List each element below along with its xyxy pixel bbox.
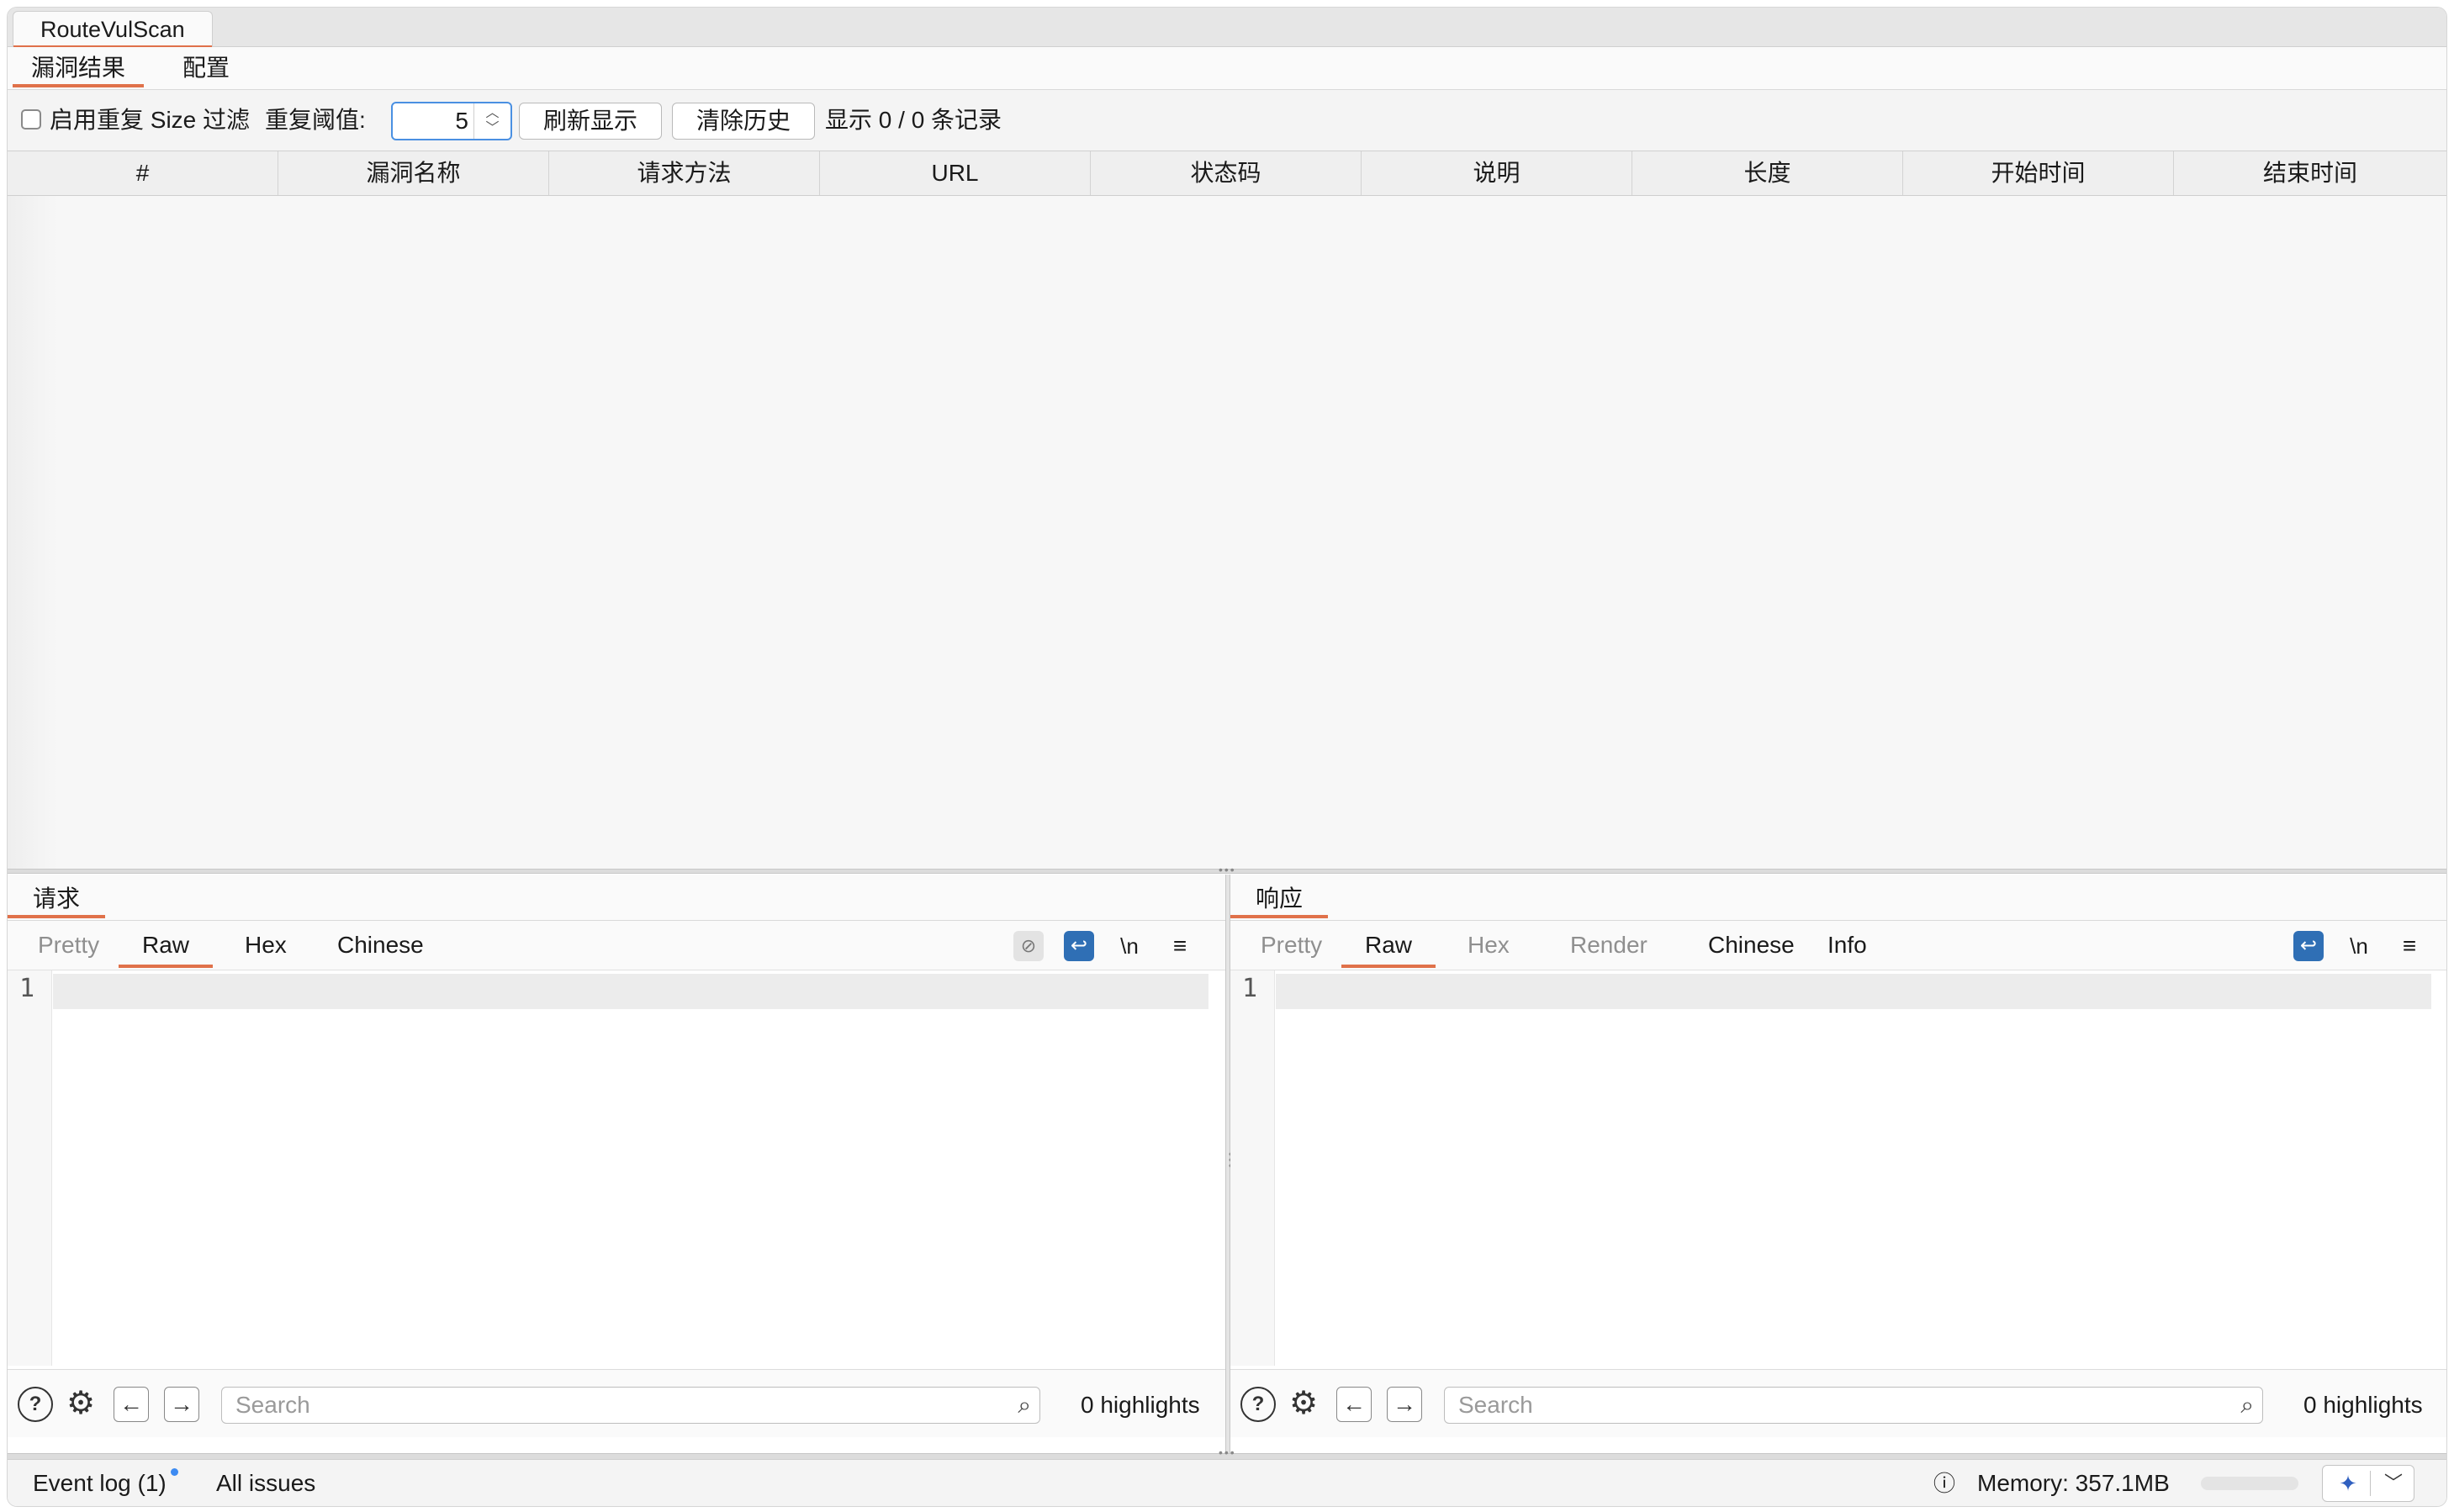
response-gutter: 1 (1230, 970, 1275, 1366)
column-header-method[interactable]: 请求方法 (549, 151, 820, 195)
search-placeholder: Search (1458, 1392, 1533, 1418)
results-table-body[interactable] (8, 196, 2446, 869)
help-icon[interactable]: ? (1240, 1387, 1276, 1422)
search-icon[interactable]: ⌕ (2240, 1388, 2254, 1423)
notification-dot (171, 1468, 178, 1476)
forward-arrow-icon[interactable]: → (1387, 1387, 1422, 1422)
status-divider[interactable]: ••• (8, 1446, 2446, 1459)
line-number: 1 (19, 974, 35, 1003)
request-tab-raw[interactable]: Raw (119, 921, 214, 970)
filter-toolbar: 启用重复 Size 过滤 重复阈值: 5 ︿ ﹀ 刷新显示 清除历史 显示 0 /… (8, 90, 2446, 151)
request-search-input[interactable]: Search ⌕ (221, 1387, 1040, 1424)
request-footer: ? ⚙ ← → Search ⌕ 0 highlights (8, 1369, 1225, 1437)
newline-toggle-icon[interactable]: \n (1114, 931, 1145, 961)
memory-usage: Memory: 357.1MB (1977, 1470, 2170, 1496)
plugin-tab-routevulscan[interactable]: RouteVulScan (13, 11, 213, 48)
response-tab-hex[interactable]: Hex (1444, 921, 1533, 970)
response-view-tabs: Pretty Raw Hex Render Chinese Info ↩ \n … (1230, 921, 2446, 970)
response-title-tab[interactable]: 响应 (1230, 880, 1329, 918)
column-header-start-time[interactable]: 开始时间 (1903, 151, 2174, 195)
column-header-status[interactable]: 状态码 (1091, 151, 1362, 195)
sparkle-icon[interactable]: ✦ (2330, 1466, 2367, 1501)
threshold-spinner[interactable]: 5 ︿ ﹀ (391, 102, 512, 140)
help-icon[interactable]: ? (18, 1387, 53, 1422)
response-search-input[interactable]: Search ⌕ (1444, 1387, 2263, 1424)
threshold-label: 重复阈值: (265, 107, 366, 133)
column-header-description[interactable]: 说明 (1362, 151, 1632, 195)
threshold-value[interactable]: 5 (455, 103, 468, 139)
all-issues-link[interactable]: All issues (216, 1460, 315, 1506)
tab-vuln-results[interactable]: 漏洞结果 (13, 47, 145, 89)
current-line-highlight (1276, 974, 2431, 1009)
back-arrow-icon[interactable]: ← (1336, 1387, 1372, 1422)
chevron-down-icon[interactable]: ﹀ (2373, 1466, 2414, 1501)
request-pane: 请求 Pretty Raw Hex Chinese ⊘ ↩ \n ≡ 1 ? ⚙… (8, 875, 1225, 1460)
word-wrap-icon[interactable]: ↩ (1064, 931, 1094, 961)
results-table-header: # 漏洞名称 请求方法 URL 状态码 说明 长度 开始时间 结束时间 (8, 151, 2446, 196)
settings-gear-icon[interactable]: ⚙ (63, 1387, 98, 1422)
request-gutter: 1 (8, 970, 52, 1366)
response-tab-render[interactable]: Render (1547, 921, 1671, 970)
size-filter-checkbox[interactable] (21, 109, 41, 130)
info-icon[interactable]: ⓘ (1933, 1460, 1955, 1506)
request-tab-hex[interactable]: Hex (221, 921, 310, 970)
response-tab-info[interactable]: Info (1804, 921, 1891, 970)
status-bar: Event log (1) All issues ⓘ Memory: 357.1… (8, 1459, 2446, 1506)
record-count: 显示 0 / 0 条记录 (825, 107, 1002, 133)
forward-arrow-icon[interactable]: → (164, 1387, 199, 1422)
sub-tab-bar: 漏洞结果 配置 (8, 47, 2446, 90)
back-arrow-icon[interactable]: ← (114, 1387, 149, 1422)
hide-nonprintable-icon[interactable]: ⊘ (1013, 931, 1044, 961)
drag-handle-icon[interactable]: ••• (1219, 1446, 1236, 1459)
column-header-vuln-name[interactable]: 漏洞名称 (278, 151, 549, 195)
response-pane: 响应 Pretty Raw Hex Render Chinese Info ↩ … (1230, 875, 2446, 1460)
ai-assistant-button[interactable]: ✦ ﹀ (2322, 1465, 2414, 1502)
settings-gear-icon[interactable]: ⚙ (1286, 1387, 1321, 1422)
refresh-display-button[interactable]: 刷新显示 (519, 103, 663, 140)
clear-history-button[interactable]: 清除历史 (672, 103, 816, 140)
response-highlights-count: 0 highlights (2303, 1392, 2423, 1418)
column-header-length[interactable]: 长度 (1632, 151, 1903, 195)
menu-icon[interactable]: ≡ (1165, 931, 1195, 961)
plugin-tab-bar: RouteVulScan (8, 8, 2446, 48)
request-tab-chinese[interactable]: Chinese (314, 921, 447, 970)
request-editor[interactable]: 1 (8, 970, 1225, 1366)
button-separator (2370, 1471, 2371, 1496)
memory-bar (2201, 1477, 2298, 1490)
response-tab-pretty[interactable]: Pretty (1237, 921, 1346, 970)
response-editor[interactable]: 1 (1230, 970, 2446, 1366)
column-header-end-time[interactable]: 结束时间 (2174, 151, 2446, 195)
size-filter-label: 启用重复 Size 过滤 (50, 107, 251, 133)
menu-icon[interactable]: ≡ (2394, 931, 2425, 961)
spinner-arrows-icon[interactable]: ︿ ﹀ (473, 103, 510, 139)
column-header-index[interactable]: # (8, 151, 278, 195)
event-log-link[interactable]: Event log (1) (33, 1460, 167, 1506)
request-title-bar: 请求 (8, 875, 1225, 921)
response-tab-raw[interactable]: Raw (1341, 921, 1436, 970)
request-title-tab[interactable]: 请求 (8, 880, 106, 918)
current-line-highlight (53, 974, 1208, 1009)
app-window: RouteVulScan 漏洞结果 配置 启用重复 Size 过滤 重复阈值: … (7, 7, 2447, 1507)
response-footer: ? ⚙ ← → Search ⌕ 0 highlights (1230, 1369, 2446, 1437)
request-tab-pretty[interactable]: Pretty (14, 921, 123, 970)
line-number: 1 (1242, 974, 1258, 1003)
search-placeholder: Search (235, 1392, 310, 1418)
request-view-tabs: Pretty Raw Hex Chinese ⊘ ↩ \n ≡ (8, 921, 1225, 970)
word-wrap-icon[interactable]: ↩ (2293, 931, 2324, 961)
response-tab-chinese[interactable]: Chinese (1684, 921, 1818, 970)
column-header-url[interactable]: URL (820, 151, 1091, 195)
split-pane-divider[interactable]: ••• (8, 863, 2446, 876)
newline-toggle-icon[interactable]: \n (2344, 931, 2374, 961)
search-icon[interactable]: ⌕ (1018, 1388, 1031, 1423)
response-title-bar: 响应 (1230, 875, 2446, 921)
tab-config[interactable]: 配置 (164, 47, 248, 89)
request-highlights-count: 0 highlights (1081, 1392, 1200, 1418)
